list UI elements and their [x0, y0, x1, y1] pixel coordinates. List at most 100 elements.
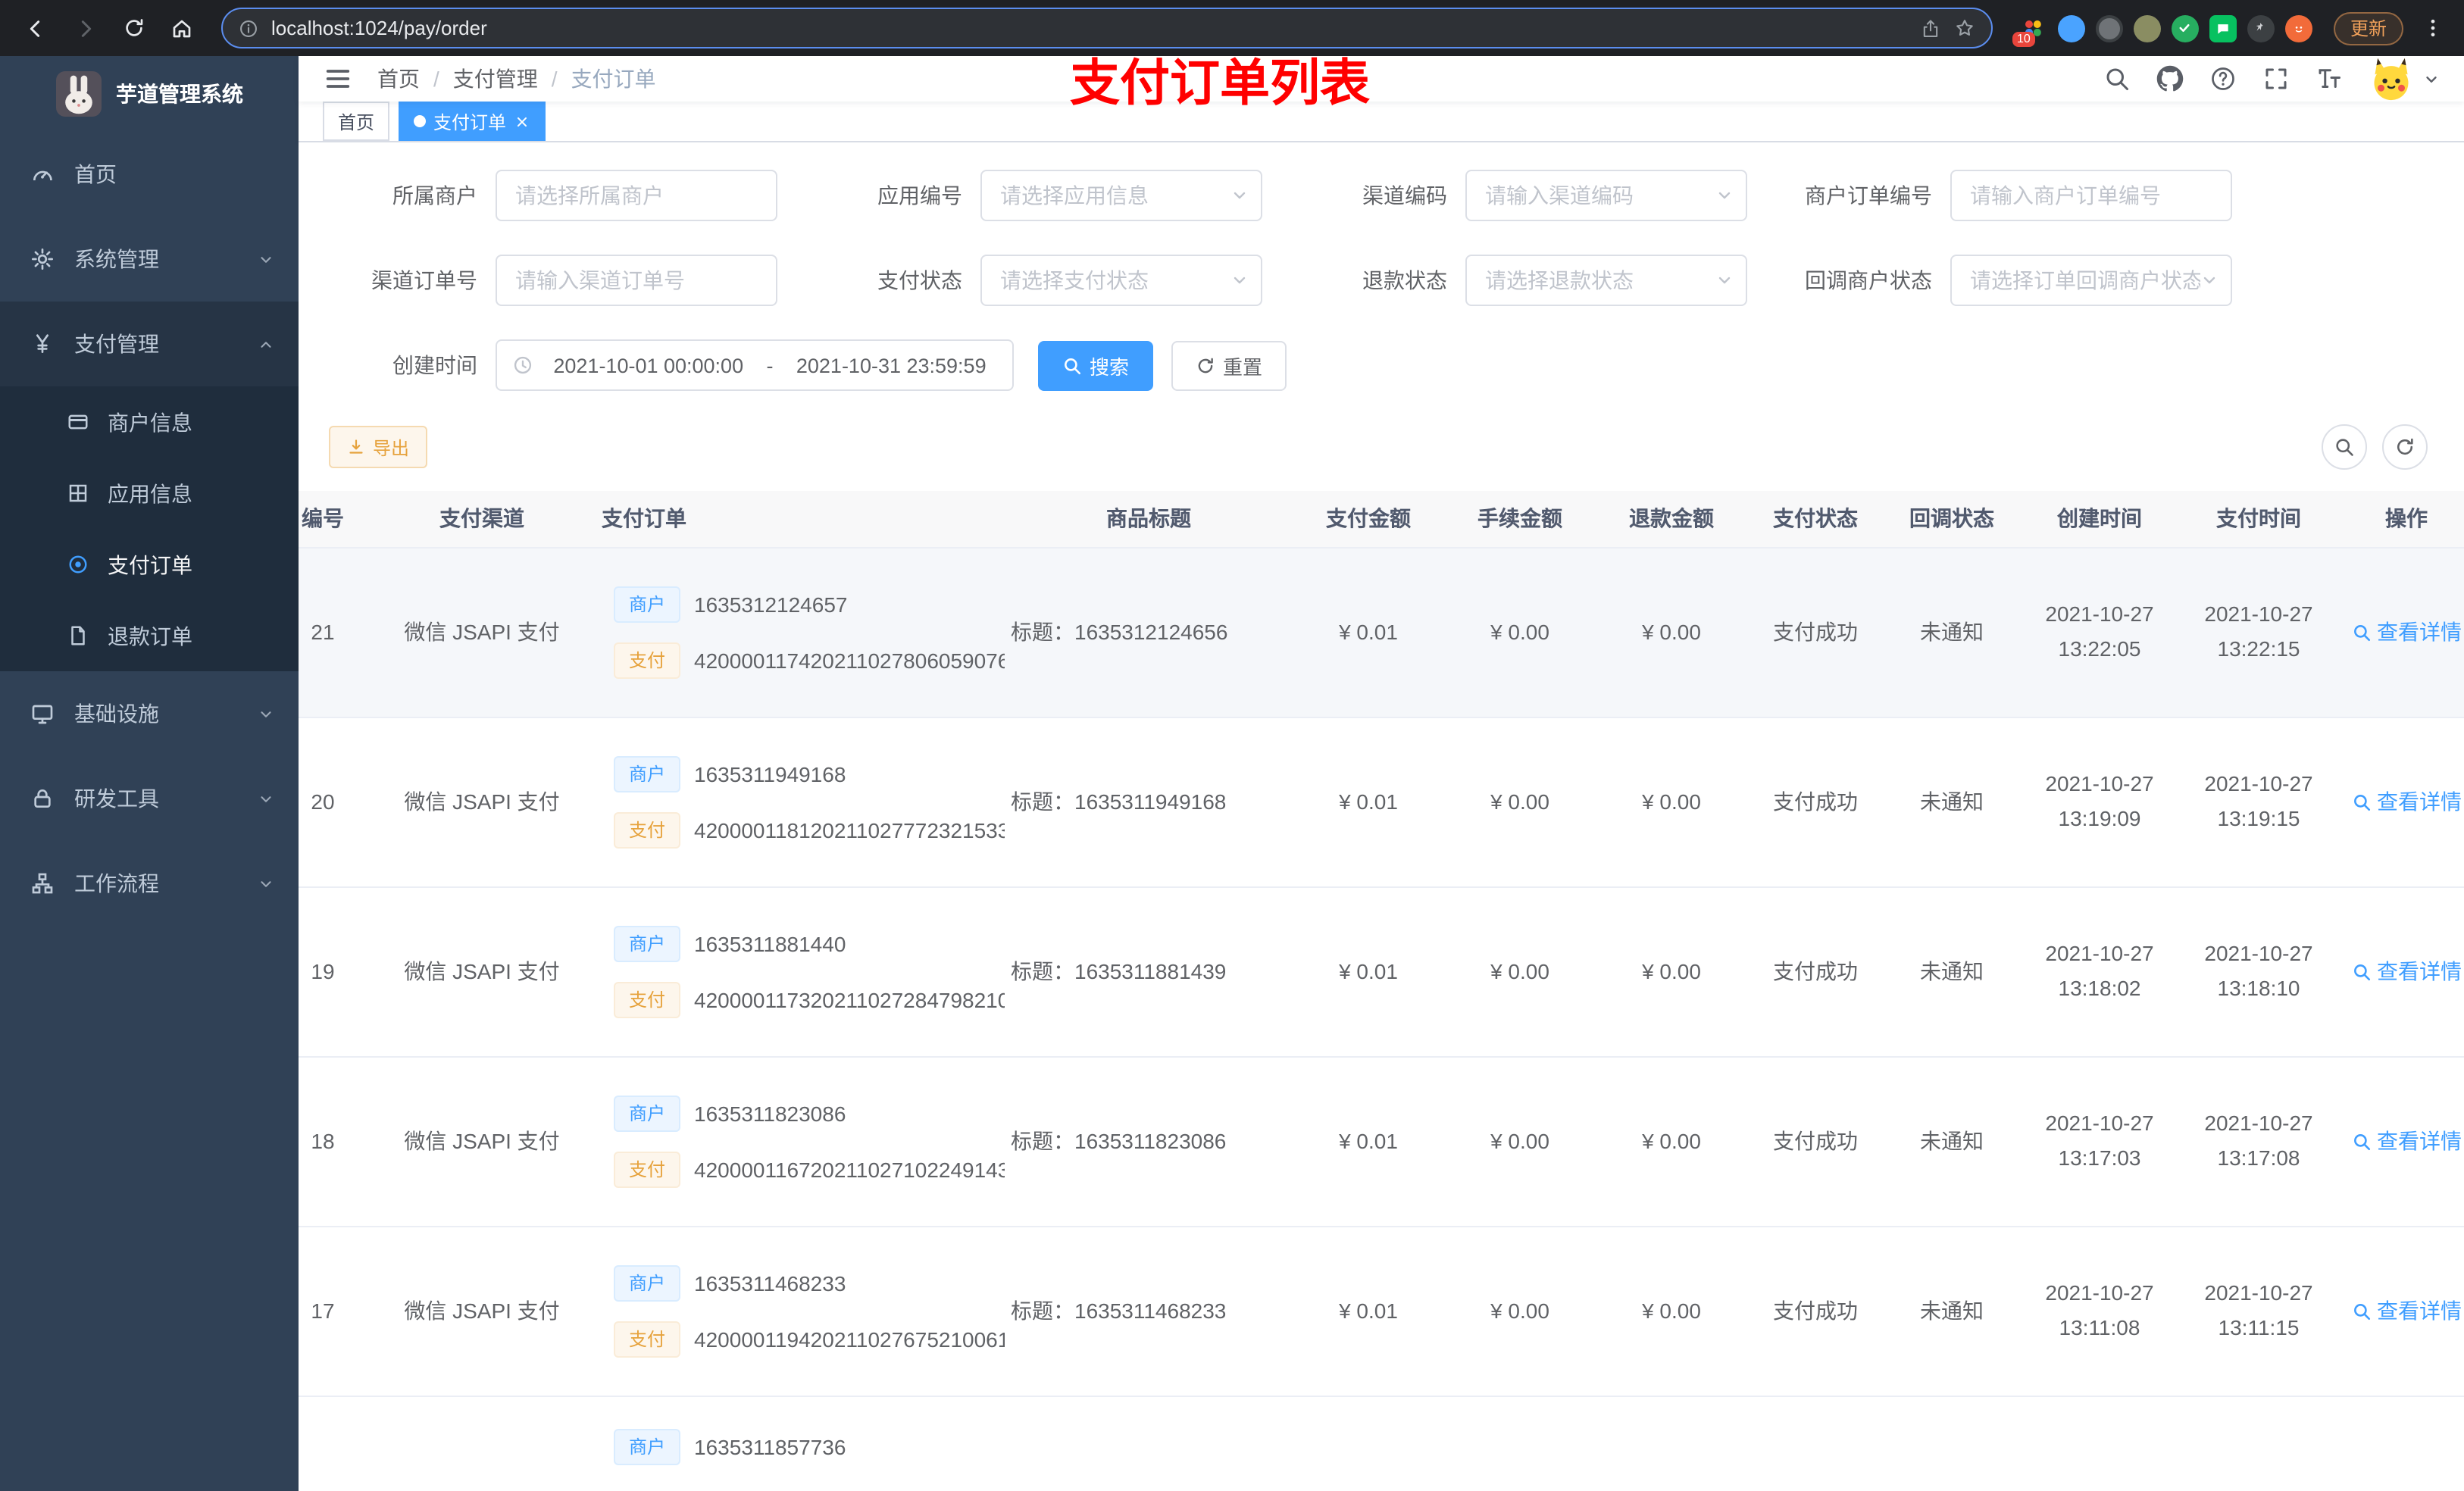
merchant-order-no: 1635311949168 [694, 761, 846, 786]
merchant-tag: 商户 [614, 1095, 681, 1131]
refund-status-select[interactable]: 请选择退款状态 [1465, 255, 1747, 306]
col-id: 编号 [299, 491, 368, 548]
close-icon[interactable] [514, 113, 530, 130]
orders-table: 编号 支付渠道 支付订单 商品标题 支付金额 手续金额 退款金额 支付状态 回调… [299, 491, 2464, 1491]
create-time-range-picker[interactable]: 2021-10-01 00:00:00 - 2021-10-31 23:59:5… [496, 339, 1014, 391]
extension-check-icon[interactable] [2171, 14, 2199, 42]
site-info-icon[interactable] [238, 17, 259, 39]
page-content: 所属商户 应用编号 请选择应用信息 渠道编码 请输入渠道编码 [299, 142, 2464, 1491]
extension-face-icon[interactable] [2284, 14, 2312, 42]
view-detail-link[interactable]: 查看详情 [2351, 956, 2462, 986]
tab-label: 支付订单 [433, 111, 507, 133]
channel-order-no: 4200001173202110272847982104 [694, 987, 1005, 1011]
search-icon [2353, 1133, 2370, 1150]
browser-reload-button[interactable] [112, 7, 155, 49]
col-fee: 手续金额 [1444, 491, 1596, 548]
sidebar-item-pay[interactable]: 支付管理 [0, 302, 299, 386]
sidebar-item-app-info[interactable]: 应用信息 [0, 458, 299, 529]
extension-ring-icon[interactable] [2095, 14, 2123, 42]
monitor-icon [32, 705, 53, 724]
browser-menu-button[interactable] [2416, 8, 2449, 48]
channel-code-select[interactable]: 请输入渠道编码 [1465, 170, 1747, 221]
merchant-tag: 商户 [614, 586, 681, 622]
tab-home[interactable]: 首页 [323, 102, 390, 141]
col-title: 商品标题 [1005, 491, 1293, 548]
breadcrumb: 首页 / 支付管理 / 支付订单 [377, 64, 656, 94]
sidebar-logo[interactable]: 芋道管理系统 [0, 56, 299, 132]
filter-label-notify-status: 回调商户状态 [1805, 268, 1932, 292]
gear-icon [32, 248, 53, 270]
merchant-select[interactable] [496, 170, 777, 221]
filter-label-refund-status: 退款状态 [1362, 268, 1447, 292]
tab-pay-order[interactable]: 支付订单 [399, 102, 546, 141]
reset-button[interactable]: 重置 [1171, 340, 1287, 390]
breadcrumb-separator: / [433, 67, 439, 91]
extension-grid-icon[interactable]: 10 [2012, 14, 2047, 46]
bookmark-star-icon[interactable] [1953, 17, 1976, 39]
pay-status-select[interactable]: 请选择支付状态 [980, 255, 1262, 306]
search-button[interactable]: 搜索 [1038, 340, 1154, 390]
merchant-order-no-input[interactable] [1950, 170, 2232, 221]
sidebar-item-label: 首页 [74, 162, 117, 186]
channel-order-no-input[interactable] [496, 255, 777, 306]
forward-arrow-icon [81, 20, 92, 36]
chevron-down-icon [261, 796, 271, 802]
view-detail-link[interactable]: 查看详情 [2351, 786, 2462, 817]
toggle-search-button[interactable] [2322, 424, 2367, 470]
export-button[interactable]: 导出 [329, 426, 428, 468]
sidebar-item-merchant-info[interactable]: 商户信息 [0, 386, 299, 458]
sidebar-item-label: 应用信息 [108, 481, 192, 505]
breadcrumb-pay[interactable]: 支付管理 [453, 64, 538, 94]
filter-label-channel-order-no: 渠道订单号 [371, 268, 477, 292]
filter-label-merchant-order-no: 商户订单编号 [1805, 183, 1932, 208]
extension-olive-icon[interactable] [2133, 14, 2161, 42]
extension-pin-icon[interactable] [2247, 14, 2275, 42]
extension-drop-icon[interactable] [2057, 14, 2085, 42]
browser-home-button[interactable] [161, 7, 203, 49]
browser-back-button[interactable] [15, 7, 58, 49]
chrome-update-button[interactable]: 更新 [2333, 11, 2403, 45]
chevron-down-icon [1234, 277, 1246, 284]
app-title: 芋道管理系统 [116, 82, 243, 106]
notify-status-select[interactable]: 请选择订单回调商户状态 [1950, 255, 2232, 306]
share-icon[interactable] [1920, 17, 1941, 39]
hamburger-icon[interactable] [323, 64, 353, 94]
chevron-down-icon [261, 711, 271, 717]
chevron-down-icon [261, 880, 271, 886]
extension-chat-icon[interactable] [2209, 14, 2237, 42]
col-notify: 回调状态 [1884, 491, 2020, 548]
refresh-table-button[interactable] [2382, 424, 2428, 470]
sidebar-item-system[interactable]: 系统管理 [0, 217, 299, 302]
sidebar: 芋道管理系统 首页 系统管理 支付管理 商户信息 应用信息 支付订单 退款订单 … [0, 56, 299, 1491]
user-caret-icon [2426, 76, 2437, 82]
credit-card-icon [68, 414, 88, 430]
sidebar-item-infra[interactable]: 基础设施 [0, 671, 299, 756]
view-detail-link[interactable]: 查看详情 [2351, 617, 2462, 647]
view-detail-link[interactable]: 查看详情 [2351, 1296, 2462, 1326]
sidebar-item-pay-order[interactable]: 支付订单 [0, 529, 299, 600]
user-menu[interactable] [2369, 56, 2440, 102]
breadcrumb-home[interactable]: 首页 [377, 64, 420, 94]
sidebar-item-home[interactable]: 首页 [0, 132, 299, 217]
view-detail-link[interactable]: 查看详情 [2351, 1126, 2462, 1156]
github-icon[interactable] [2156, 65, 2184, 92]
sidebar-item-dev-tools[interactable]: 研发工具 [0, 756, 299, 841]
chevron-down-icon [261, 256, 271, 262]
sidebar-item-refund-order[interactable]: 退款订单 [0, 600, 299, 671]
lock-icon [34, 789, 51, 808]
search-icon [2353, 1303, 2370, 1320]
chevron-down-icon [1718, 277, 1731, 284]
browser-forward-button[interactable] [64, 7, 106, 49]
chevron-up-icon [261, 341, 271, 347]
sidebar-item-label: 退款订单 [108, 624, 192, 648]
app-select[interactable]: 请选择应用信息 [980, 170, 1262, 221]
search-icon [2353, 624, 2370, 641]
chevron-down-icon [1718, 192, 1731, 199]
font-size-icon[interactable] [2315, 65, 2343, 92]
help-icon[interactable] [2209, 65, 2237, 92]
fullscreen-icon[interactable] [2262, 65, 2290, 92]
channel-order-no: 4200001181202110277723215336 [694, 817, 1005, 842]
header-search-icon[interactable] [2103, 65, 2131, 92]
sidebar-item-workflow[interactable]: 工作流程 [0, 841, 299, 926]
document-icon [71, 626, 85, 645]
